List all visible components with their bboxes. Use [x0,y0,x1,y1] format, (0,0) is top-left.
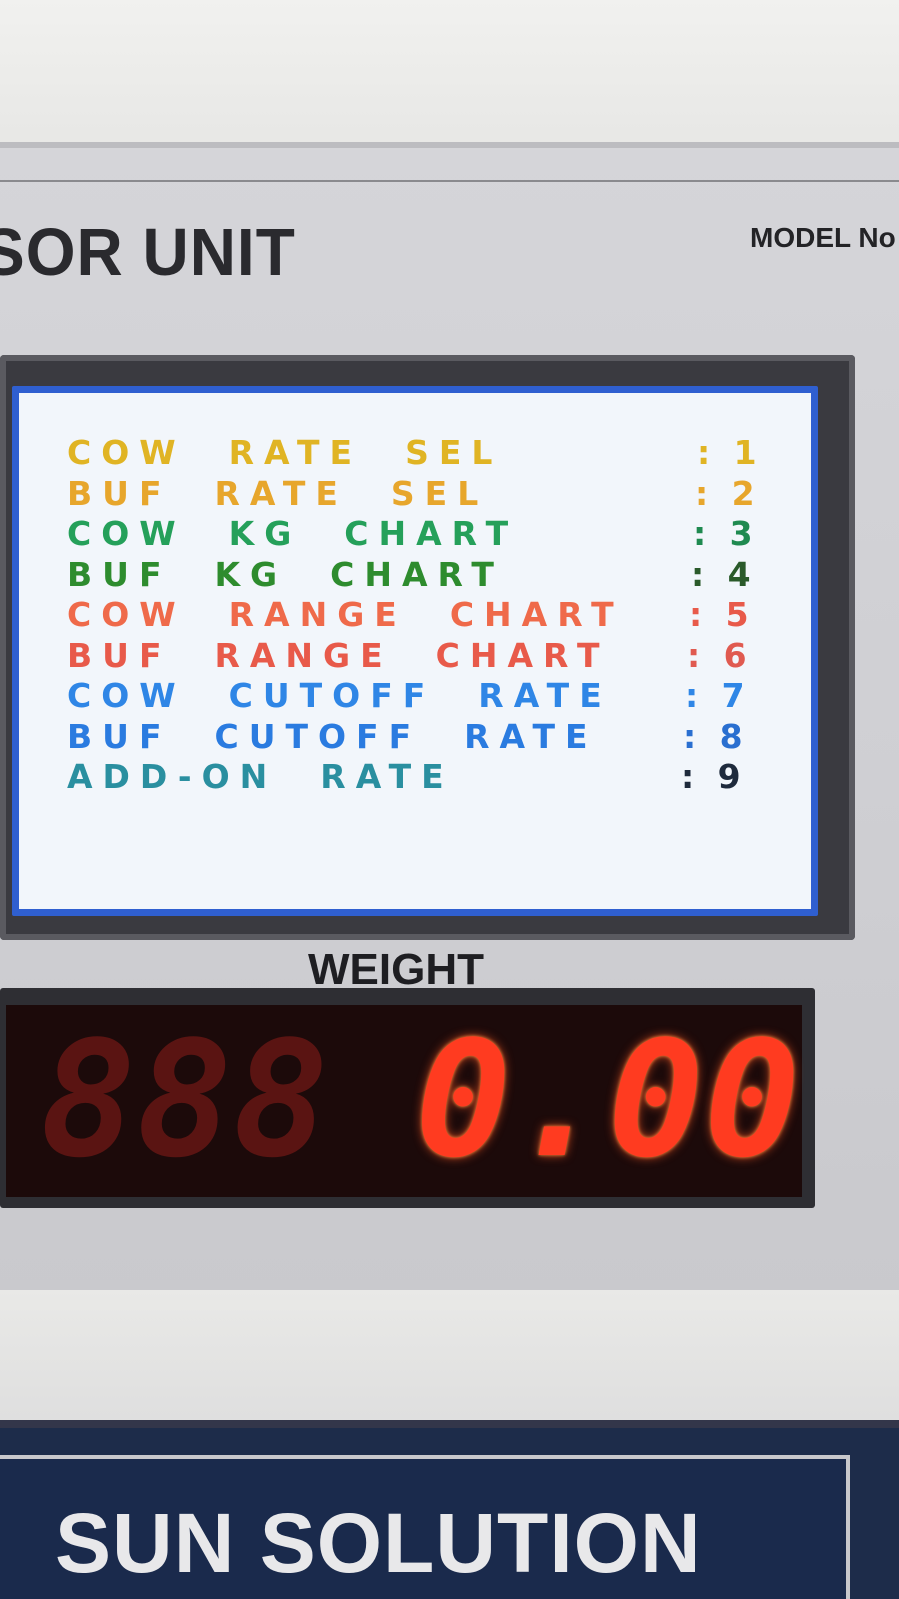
menu-item-label: COW KG CHART [67,514,519,553]
menu-item-key: : 2 [695,473,761,513]
menu-item: COW RANGE CHART : 5 [67,595,807,636]
menu-item-key: : 5 [689,595,755,634]
menu-item: BUF KG CHART : 4 [67,555,807,596]
wall-background-lower [0,1290,899,1430]
menu-item-key: : 4 [691,554,757,594]
menu-item: BUF CUTOFF RATE : 8 [67,717,807,758]
menu-item-label: COW RANGE CHART [67,595,624,634]
menu-item-key: : 9 [681,757,747,796]
brand-name: SUN SOLUTION [55,1496,702,1590]
menu-item-label: BUF RANGE CHART [67,635,610,675]
menu-item-key: : 3 [693,514,759,553]
menu-item: BUF RANGE CHART : 6 [67,636,807,677]
menu-item-label: BUF CUTOFF RATE [67,716,598,756]
weight-dim-digits: 888 [40,1006,329,1193]
menu-item: COW RATE SEL : 1 [67,433,807,474]
menu-item-label: ADD-ON RATE [67,757,454,796]
menu-item-label: COW CUTOFF RATE [67,676,612,715]
menu-item-label: BUF KG CHART [67,554,504,594]
model-label: MODEL No [750,222,896,253]
menu-item-label: COW RATE SEL [67,433,503,472]
menu-item-label: BUF RATE SEL [67,473,489,513]
menu-item: COW KG CHART : 3 [67,514,807,555]
lcd-screen: COW RATE SEL: 1 BUF RATE SEL: 2 COW KG CHA… [12,386,818,916]
menu-item-key: : 7 [685,676,751,715]
unit-title: SOR UNIT [0,214,296,290]
menu-item-key: : 8 [683,716,749,756]
menu-item-key: : 6 [687,635,753,675]
menu-item-key: : 1 [697,433,763,472]
wall-background [0,0,899,150]
menu-list: COW RATE SEL: 1 BUF RATE SEL: 2 COW KG CHA… [67,433,807,798]
menu-item: ADD-ON RATE : 9 [67,757,807,798]
weight-value: 0.00 [415,1006,801,1193]
menu-item: BUF RATE SEL : 2 [67,474,807,515]
menu-item: COW CUTOFF RATE : 7 [67,676,807,717]
